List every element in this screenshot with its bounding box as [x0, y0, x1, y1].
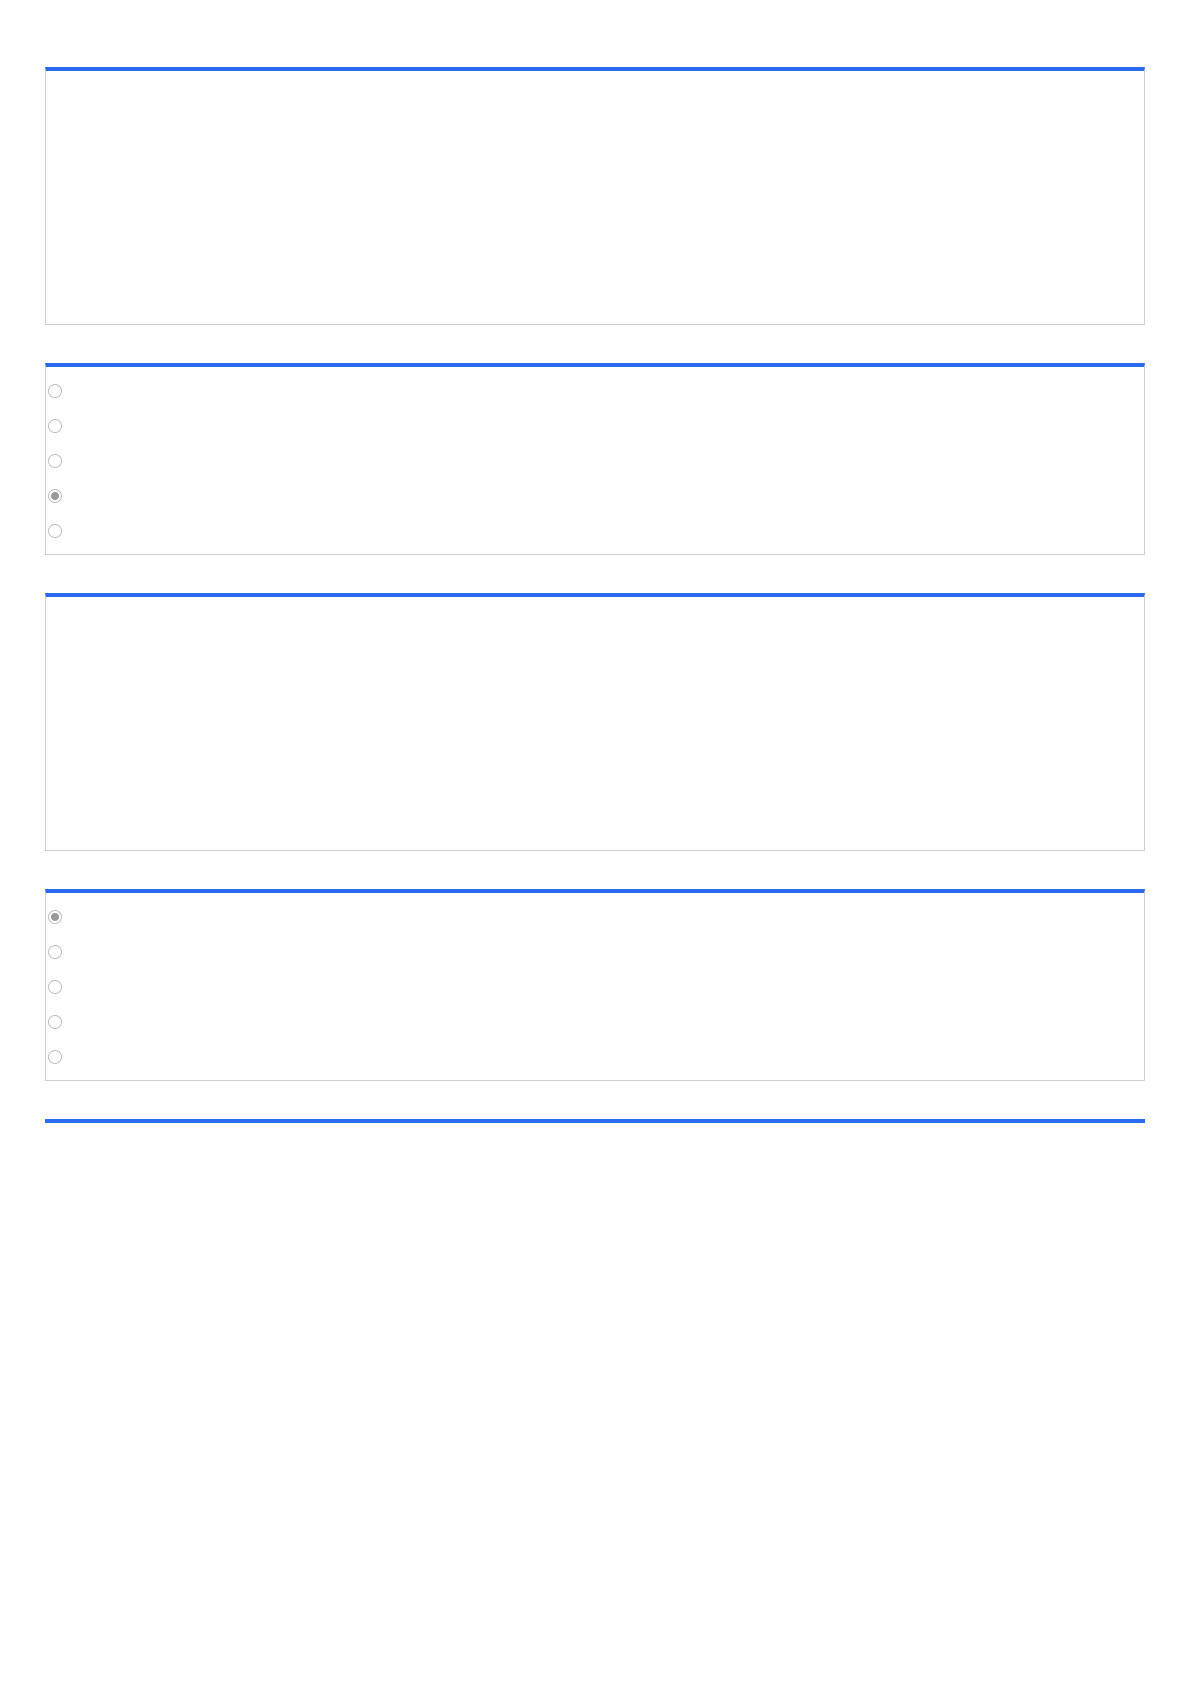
card-empty-2 [45, 593, 1145, 851]
radio-icon[interactable] [48, 1050, 62, 1064]
radio-icon[interactable] [48, 524, 62, 538]
radio-row[interactable] [46, 478, 1144, 513]
radio-icon[interactable] [48, 945, 62, 959]
radio-list-1 [46, 367, 1144, 554]
radio-icon[interactable] [48, 980, 62, 994]
radio-row[interactable] [46, 513, 1144, 548]
card-radio-1 [45, 363, 1145, 555]
radio-row[interactable] [46, 899, 1144, 934]
radio-row[interactable] [46, 934, 1144, 969]
radio-row[interactable] [46, 969, 1144, 1004]
radio-icon[interactable] [48, 454, 62, 468]
radio-row[interactable] [46, 373, 1144, 408]
radio-icon[interactable] [48, 419, 62, 433]
card-radio-2 [45, 889, 1145, 1081]
radio-row[interactable] [46, 443, 1144, 478]
radio-icon[interactable] [48, 384, 62, 398]
radio-row[interactable] [46, 1039, 1144, 1074]
radio-row[interactable] [46, 408, 1144, 443]
radio-row[interactable] [46, 1004, 1144, 1039]
radio-icon[interactable] [48, 489, 62, 503]
radio-icon[interactable] [48, 1015, 62, 1029]
radio-icon[interactable] [48, 910, 62, 924]
card-empty-1 [45, 67, 1145, 325]
card-rule-top [45, 1119, 1145, 1123]
radio-list-2 [46, 893, 1144, 1080]
